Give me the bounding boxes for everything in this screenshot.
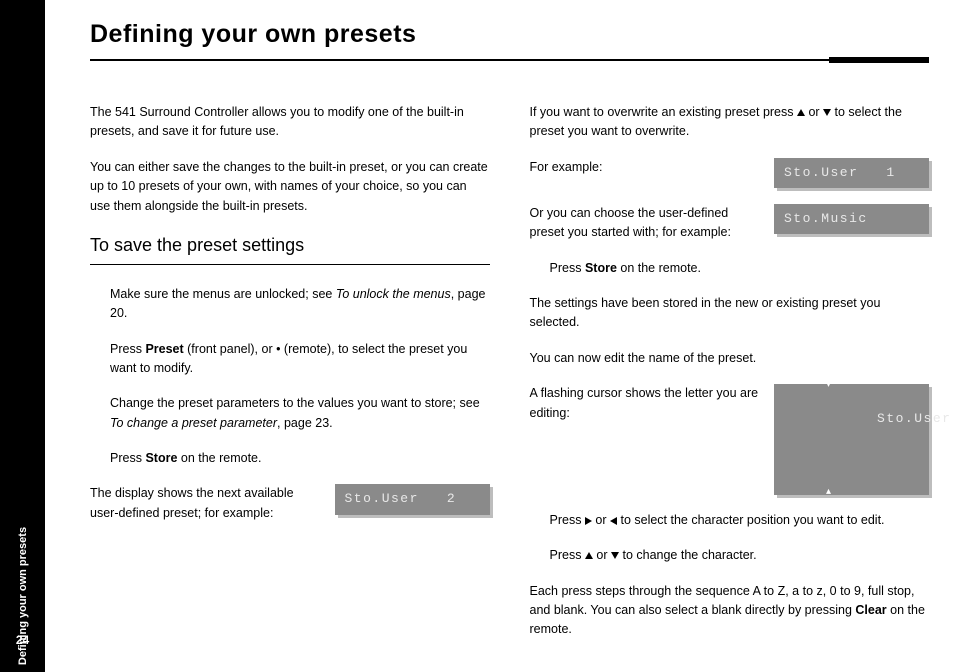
- flashing-cursor-text: A flashing cursor shows the letter you a…: [530, 384, 763, 423]
- page-title: Defining your own presets: [90, 20, 929, 49]
- left-arrow-icon: [610, 517, 617, 525]
- step-select-char-position: Press or to select the character positio…: [530, 511, 930, 530]
- edit-name-text: You can now edit the name of the preset.: [530, 349, 930, 368]
- settings-stored-text: The settings have been stored in the new…: [530, 294, 930, 333]
- sequence-text: Each press steps through the sequence A …: [530, 582, 930, 640]
- sidebar: Defining your own presets 24: [0, 0, 45, 672]
- user-defined-text: Or you can choose the user-defined prese…: [530, 204, 763, 243]
- display-next-available-row: The display shows the next available use…: [90, 484, 490, 523]
- right-arrow-icon: [585, 517, 592, 525]
- page-content: Defining your own presets The 541 Surrou…: [90, 20, 929, 656]
- down-arrow-icon: [823, 109, 831, 116]
- for-example-text: For example:: [530, 158, 763, 177]
- left-column: The 541 Surround Controller allows you t…: [90, 103, 490, 656]
- intro-paragraph-2: You can either save the changes to the b…: [90, 158, 490, 216]
- subheading-save-preset: To save the preset settings: [90, 232, 490, 265]
- two-columns: The 541 Surround Controller allows you t…: [90, 103, 929, 656]
- lcd-sto-user-1: Sto.User 1: [774, 158, 929, 188]
- up-arrow-icon: [797, 109, 805, 116]
- flashing-cursor-row: A flashing cursor shows the letter you a…: [530, 384, 930, 495]
- intro-paragraph-1: The 541 Surround Controller allows you t…: [90, 103, 490, 142]
- page-number: 24: [0, 633, 45, 647]
- step-press-store: Press Store on the remote.: [90, 449, 490, 468]
- user-defined-row: Or you can choose the user-defined prese…: [530, 204, 930, 243]
- right-column: If you want to overwrite an existing pre…: [530, 103, 930, 656]
- step-change-parameters: Change the preset parameters to the valu…: [90, 394, 490, 433]
- step-press-preset: Press Preset (front panel), or • (remote…: [90, 340, 490, 379]
- display-next-available-text: The display shows the next available use…: [90, 484, 323, 523]
- up-arrow-icon: [585, 552, 593, 559]
- step-press-store-2: Press Store on the remote.: [530, 259, 930, 278]
- overwrite-instruction: If you want to overwrite an existing pre…: [530, 103, 930, 142]
- lcd-sto-user-2: Sto.User 2: [335, 484, 490, 514]
- lcd-sto-user-cursor: Sto.User 2 ▾ ▴: [774, 384, 929, 495]
- down-arrow-icon: [611, 552, 619, 559]
- for-example-row: For example: Sto.User 1: [530, 158, 930, 188]
- step-change-character: Press or to change the character.: [530, 546, 930, 565]
- title-rule: [90, 57, 929, 63]
- lcd-sto-music: Sto.Music: [774, 204, 929, 234]
- cursor-bottom-icon: ▴: [826, 488, 833, 498]
- step-unlock-menus: Make sure the menus are unlocked; see To…: [90, 285, 490, 324]
- cursor-top-icon: ▾: [826, 381, 833, 391]
